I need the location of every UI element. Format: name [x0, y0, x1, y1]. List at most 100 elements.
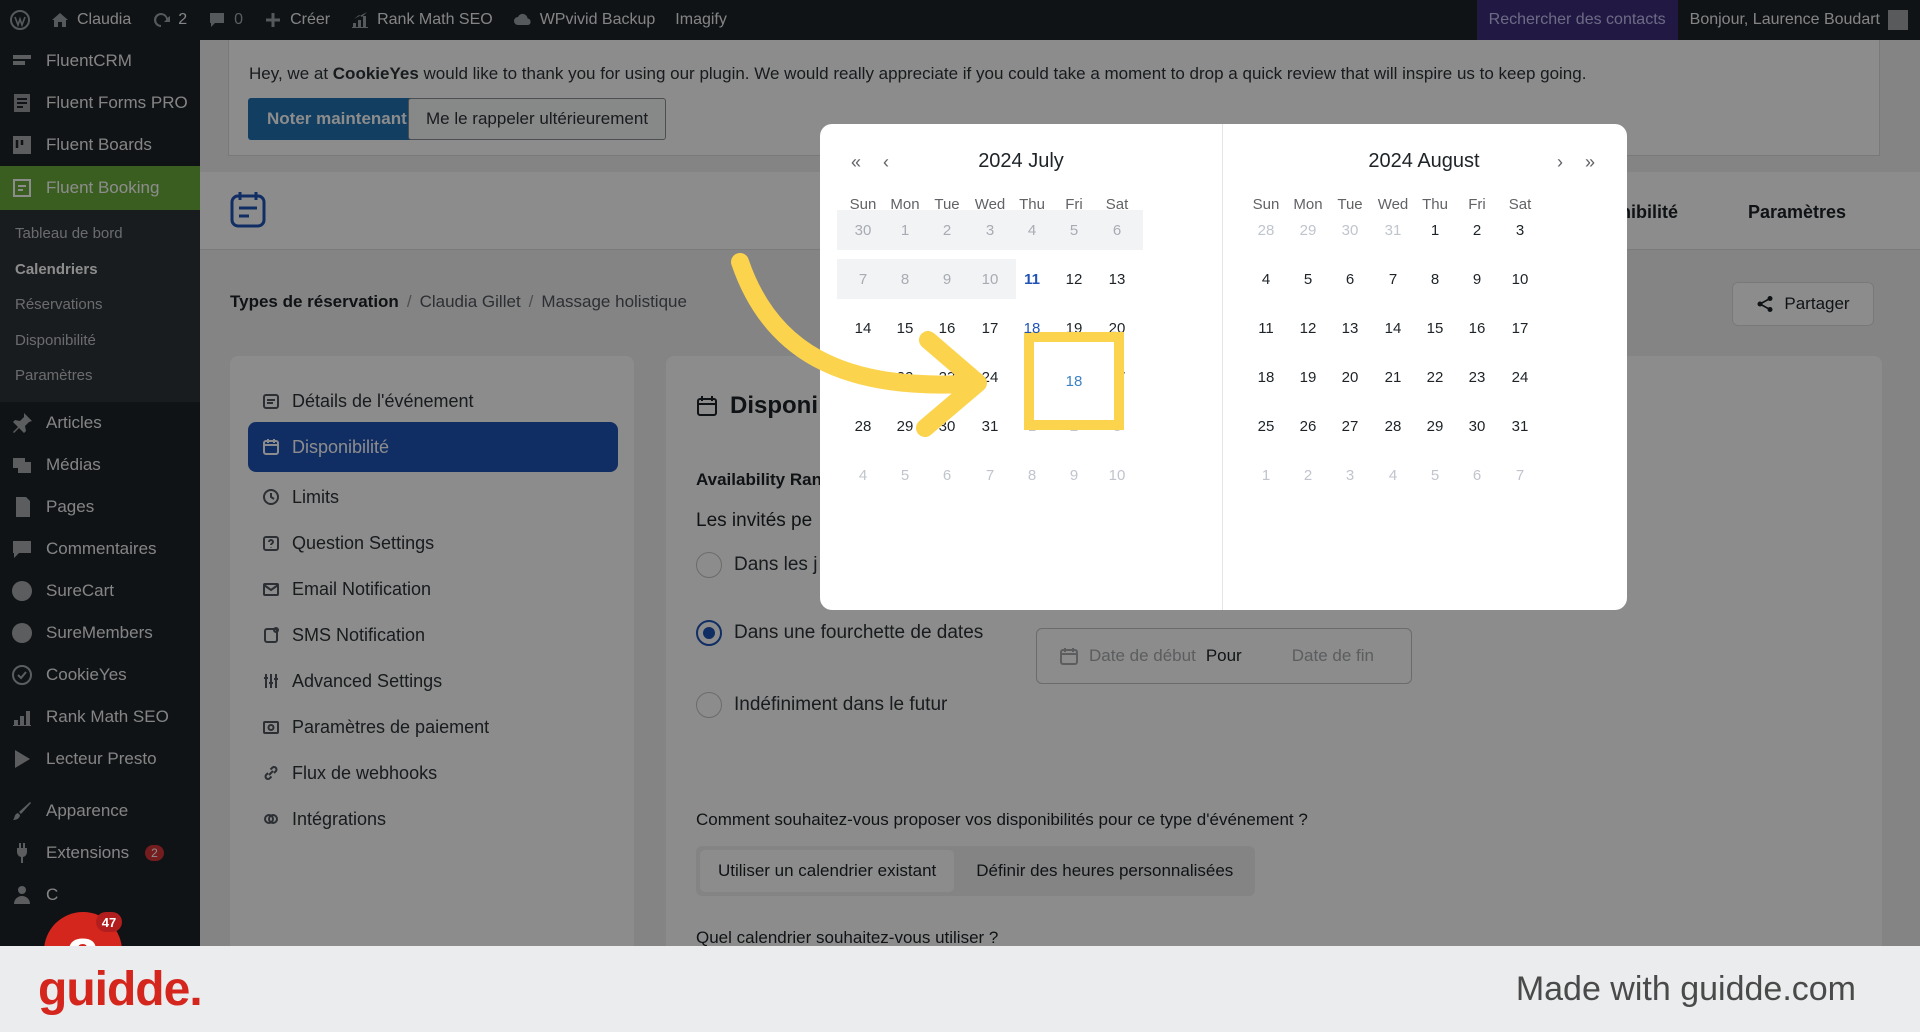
breadcrumb-root[interactable]: Types de réservation [230, 292, 399, 311]
admin-bar: Claudia 2 0 Créer Rank Math SEO WPvivid … [0, 0, 1920, 40]
made-with-text: Made with guidde.com [1515, 969, 1856, 1008]
rankmath-link[interactable]: Rank Math SEO [340, 0, 503, 40]
breadcrumb-calendar[interactable]: Claudia Gillet [420, 292, 521, 311]
share-button[interactable]: Partager [1732, 282, 1874, 326]
sidebar-item-label: SureMembers [46, 622, 153, 642]
search-contacts-button[interactable]: Rechercher des contacts [1476, 0, 1678, 40]
sidebar-item-rank-math-seo[interactable]: Rank Math SEO [0, 696, 200, 738]
sidebar-item-extensions[interactable]: Extensions 2 [0, 832, 200, 874]
sidebar-item-cookieyes[interactable]: CookieYes [0, 654, 200, 696]
calendar-day[interactable]: 31 [1494, 406, 1546, 446]
submenu-item-calendriers[interactable]: Calendriers [0, 252, 200, 288]
menu-item-question-settings[interactable]: Question Settings [248, 518, 618, 568]
sidebar-item-fluent-boards[interactable]: Fluent Boards [0, 124, 200, 166]
event-settings-menu: Détails de l'événement Disponibilité Limit… [230, 356, 634, 946]
menu-item-flux-de-webhooks[interactable]: Flux de webhooks [248, 748, 618, 798]
sidebar-item-commentaires[interactable]: Commentaires [0, 528, 200, 570]
menu-item-advanced-settings[interactable]: Advanced Settings [248, 656, 618, 706]
account-menu[interactable]: Bonjour, Laurence Boudart [1678, 0, 1920, 40]
calendar-day[interactable]: 13 [1091, 259, 1143, 299]
sidebar-item-surecart[interactable]: SureCart [0, 570, 200, 612]
site-name-link[interactable]: Claudia [40, 0, 141, 40]
integrations-icon [264, 814, 278, 824]
clock-icon [263, 489, 279, 505]
plugin-icon [16, 842, 28, 863]
boards-icon [13, 136, 31, 154]
calendar-day[interactable]: 24 [1494, 357, 1546, 397]
prev-month-button[interactable]: ‹ [876, 152, 896, 173]
wordpress-logo-icon[interactable] [0, 0, 40, 40]
refresh-icon [154, 13, 171, 27]
menu-item-label: Advanced Settings [292, 670, 443, 691]
new-content-link[interactable]: Créer [253, 0, 340, 40]
calendar-day[interactable]: 17 [1494, 308, 1546, 348]
menu-item-parametres-de-paiement[interactable]: Paramètres de paiement [248, 702, 618, 752]
sidebar-item-label: Apparence [46, 800, 129, 820]
sidebar-item-pages[interactable]: Pages [0, 486, 200, 528]
menu-item-label: Disponibilité [292, 436, 390, 457]
submenu-item-reservations[interactable]: Réservations [0, 287, 200, 323]
radio-within-days[interactable]: Dans les j [696, 552, 817, 578]
wpvivid-link[interactable]: WPvivid Backup [503, 0, 666, 40]
nav-availability[interactable]: nibilité [1620, 202, 1678, 223]
calendar-day[interactable]: 3 [1494, 210, 1546, 250]
menu-item-disponibilite[interactable]: Disponibilité [248, 422, 618, 472]
calendar-day[interactable]: 7 [1494, 455, 1546, 495]
custom-hours-option[interactable]: Définir des heures personnalisées [958, 850, 1251, 892]
fluentcrm-icon [13, 55, 31, 65]
calendar-day-18-highlighted[interactable]: 18 [1024, 332, 1124, 430]
submenu-item-parametres[interactable]: Paramètres [0, 358, 200, 394]
start-date-placeholder[interactable]: Date de début [1089, 646, 1196, 666]
sidebar-item-articles[interactable]: Articles [0, 402, 200, 444]
sidebar-item-c[interactable]: C [0, 874, 200, 916]
calendar-day[interactable]: 10 [1091, 455, 1143, 495]
submenu-item-disponibilite[interactable]: Disponibilité [0, 323, 200, 359]
share-icon [1757, 296, 1773, 312]
radio-date-range[interactable]: Dans une fourchette de dates [696, 620, 983, 646]
radio-dot[interactable] [696, 620, 722, 646]
menu-item-sms-notification[interactable]: SMS Notification [248, 610, 618, 660]
breadcrumb: Types de réservation / Claudia Gillet / Mass… [230, 292, 687, 311]
cloud-icon [513, 13, 531, 25]
sidebar-item-fluentcrm[interactable]: FluentCRM [0, 40, 200, 82]
menu-item-details-de-l-evenement[interactable]: Détails de l'événement [248, 376, 618, 426]
radio-dot[interactable] [696, 692, 722, 718]
sidebar-item-fluent-forms-pro[interactable]: Fluent Forms PRO [0, 82, 200, 124]
remind-later-button[interactable]: Me le rappeler ultérieurement [408, 98, 667, 140]
menu-item-limits[interactable]: Limits [248, 472, 618, 522]
calendar-day[interactable]: 10 [1494, 259, 1546, 299]
end-date-placeholder[interactable]: Date de fin [1292, 646, 1374, 666]
sidebar-item-apparence[interactable]: Apparence [0, 790, 200, 832]
imagify-link[interactable]: Imagify [665, 0, 737, 40]
presto-icon [15, 749, 30, 768]
rate-now-button[interactable]: Noter maintenant [248, 98, 426, 140]
sidebar-item-suremembers[interactable]: SureMembers [0, 612, 200, 654]
radio-dot[interactable] [696, 552, 722, 578]
next-year-button[interactable]: » [1580, 152, 1600, 173]
menu-item-integrations[interactable]: Intégrations [248, 794, 618, 844]
updates-link[interactable]: 2 [141, 0, 197, 40]
sidebar-item-fluent-booking[interactable]: Fluent Booking [0, 166, 200, 210]
date-range-input[interactable]: Date de début Pour Date de fin [1036, 628, 1412, 684]
mail-icon [263, 583, 279, 596]
fluent-booking-submenu: Tableau de bord Calendriers Réservations Di… [0, 210, 200, 402]
comments-link[interactable]: 0 [197, 0, 253, 40]
submenu-item-tableau-de-bord[interactable]: Tableau de bord [0, 216, 200, 252]
guidde-logo: guidde. [38, 962, 203, 1016]
admin-sidebar: FluentCRM Fluent Forms PRO Fluent Boards F… [0, 40, 200, 946]
next-month-button[interactable]: › [1550, 152, 1570, 173]
sidebar-item-label: Articles [46, 412, 102, 432]
prev-year-button[interactable]: « [846, 152, 866, 173]
use-existing-calendar-option[interactable]: Utiliser un calendrier existant [700, 850, 955, 892]
radio-indefinitely[interactable]: Indéfiniment dans le futur [696, 692, 947, 718]
menu-item-label: Détails de l'événement [292, 390, 474, 411]
fluent-booking-logo-icon[interactable] [228, 190, 268, 230]
sidebar-item-label: Lecteur Presto [46, 748, 157, 768]
calendar-day[interactable]: 6 [1091, 210, 1143, 250]
sidebar-item-medias[interactable]: Médias [0, 444, 200, 486]
nav-settings[interactable]: Paramètres [1748, 202, 1846, 223]
comment-bubble-icon [210, 13, 225, 27]
menu-item-email-notification[interactable]: Email Notification [248, 564, 618, 614]
sliders-icon [264, 674, 278, 688]
sidebar-item-lecteur-presto[interactable]: Lecteur Presto [0, 738, 200, 780]
